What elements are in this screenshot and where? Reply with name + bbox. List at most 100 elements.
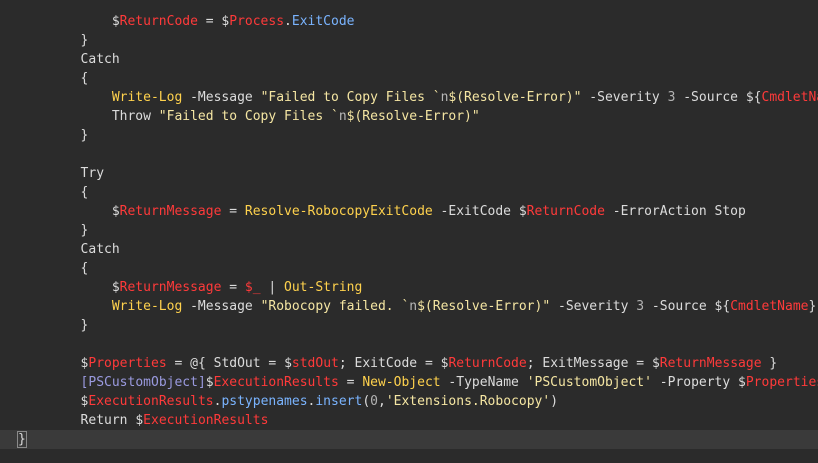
code-token: $(Resolve-Error)" — [417, 299, 551, 314]
code-token: } — [80, 318, 89, 333]
code-line[interactable]: Return $ExecutionResults — [0, 411, 818, 430]
code-token: } — [761, 356, 778, 371]
code-text: } — [81, 316, 89, 335]
code-token: n — [338, 109, 347, 124]
code-token: ${ — [745, 90, 762, 105]
code-line[interactable]: } — [0, 126, 818, 145]
code-token: ReturnMessage — [119, 204, 222, 219]
code-token: Return — [80, 413, 136, 428]
code-line[interactable]: } — [0, 31, 818, 50]
code-token: $ — [518, 204, 527, 219]
code-token: ReturnCode — [526, 204, 605, 219]
code-token: ) — [550, 394, 559, 409]
code-token: Resolve-RobocopyExitCode — [244, 204, 433, 219]
code-text: { — [81, 183, 89, 202]
code-token: ExitCode — [291, 14, 355, 29]
code-text: [PSCustomObject]$ExecutionResults = New-… — [81, 373, 818, 392]
code-line[interactable]: } — [0, 221, 818, 240]
code-line[interactable]: { — [0, 69, 818, 88]
code-text: } — [81, 31, 89, 50]
code-line[interactable]: Write-Log -Message "Robocopy failed. `n$… — [0, 297, 818, 316]
code-line[interactable]: $ReturnMessage = Resolve-RobocopyExitCod… — [0, 202, 818, 221]
code-text: $ReturnMessage = Resolve-RobocopyExitCod… — [112, 202, 746, 221]
code-line[interactable]: Catch — [0, 240, 818, 259]
code-token: { — [80, 185, 89, 200]
code-line[interactable]: Try — [0, 164, 818, 183]
code-token: = — [338, 375, 363, 390]
code-token: -Message — [182, 90, 261, 105]
code-token: = — [221, 280, 245, 295]
code-line[interactable]: [PSCustomObject]$ExecutionResults = New-… — [0, 373, 818, 392]
code-token: } — [808, 299, 817, 314]
code-token: $(Resolve-Error)" — [448, 90, 582, 105]
code-token: , — [377, 394, 386, 409]
code-token: CmdletName — [730, 299, 809, 314]
code-token: { — [80, 71, 89, 86]
code-token: } — [80, 33, 89, 48]
code-token: insert — [315, 394, 363, 409]
code-line[interactable]: { — [0, 259, 818, 278]
code-token: ReturnCode — [448, 356, 527, 371]
code-token: 'Extensions.Robocopy' — [385, 394, 551, 409]
code-token: -Source — [644, 299, 715, 314]
code-line[interactable] — [0, 145, 818, 164]
code-line[interactable]: Throw "Failed to Copy Files `n$(Resolve-… — [0, 107, 818, 126]
code-line[interactable] — [0, 335, 818, 354]
code-token: $ — [205, 375, 214, 390]
code-token: } — [80, 223, 89, 238]
code-line[interactable]: } — [0, 316, 818, 335]
code-text: Write-Log -Message "Failed to Copy Files… — [112, 88, 818, 107]
code-token: Properties — [88, 356, 167, 371]
code-token: 0 — [370, 394, 378, 409]
code-token: -ExitCode — [432, 204, 519, 219]
code-line[interactable]: $ExecutionResults.pstypenames.insert(0,'… — [0, 392, 818, 411]
code-token: 'PSCustomObject' — [526, 375, 652, 390]
code-token: Catch — [80, 52, 120, 67]
code-token: "Failed to Copy Files ` — [158, 109, 339, 124]
code-token: ; ExitMessage = — [526, 356, 652, 371]
code-token: CmdletName — [761, 90, 818, 105]
code-token: { — [80, 261, 89, 276]
code-token: -ErrorAction Stop — [604, 204, 746, 219]
code-line[interactable]: $ReturnCode = $Process.ExitCode — [0, 12, 818, 31]
code-token: -TypeName — [440, 375, 527, 390]
code-text: } — [17, 430, 27, 449]
code-text: Throw "Failed to Copy Files `n$(Resolve-… — [112, 107, 480, 126]
code-text: Catch — [81, 50, 120, 69]
code-token: = — [197, 14, 222, 29]
code-token: Write-Log — [111, 90, 183, 105]
code-text: $Properties = @{ StdOut = $stdOut; ExitC… — [81, 354, 778, 373]
code-text: Write-Log -Message "Robocopy failed. `n$… — [112, 297, 816, 316]
code-line[interactable]: $ReturnMessage = $_ | Out-String — [0, 278, 818, 297]
code-token: $_ — [244, 280, 261, 295]
code-token: ExecutionResults — [88, 394, 214, 409]
code-token: ExecutionResults — [213, 375, 339, 390]
code-line[interactable]: $Properties = @{ StdOut = $stdOut; ExitC… — [0, 354, 818, 373]
code-token: -Source — [675, 90, 746, 105]
code-text: Return $ExecutionResults — [81, 411, 269, 430]
code-token: n — [409, 299, 418, 314]
code-text: } — [81, 126, 89, 145]
code-token: -Message — [182, 299, 261, 314]
code-token: Catch — [80, 242, 120, 257]
code-token: ReturnCode — [119, 14, 198, 29]
code-token: } — [80, 128, 89, 143]
code-token: ( — [362, 394, 371, 409]
code-token: ExecutionResults — [143, 413, 269, 428]
code-token: New-Object — [362, 375, 441, 390]
code-line-current[interactable]: } — [0, 430, 818, 449]
code-token: ${ — [714, 299, 731, 314]
code-token: Try — [80, 166, 105, 181]
code-line[interactable]: Write-Log -Message "Failed to Copy Files… — [0, 88, 818, 107]
code-token: [PSCustomObject] — [80, 375, 206, 390]
code-line[interactable]: { — [0, 183, 818, 202]
code-token: ReturnMessage — [659, 356, 762, 371]
code-line[interactable]: Catch — [0, 50, 818, 69]
code-editor[interactable]: $ReturnCode = $Process.ExitCode} Catch { Wr… — [0, 0, 818, 463]
code-token: . — [284, 14, 292, 29]
code-token: Throw — [111, 109, 159, 124]
code-token: Out-String — [284, 280, 363, 295]
code-token: | — [260, 280, 285, 295]
code-token: $ — [284, 356, 292, 371]
code-text: { — [81, 69, 89, 88]
